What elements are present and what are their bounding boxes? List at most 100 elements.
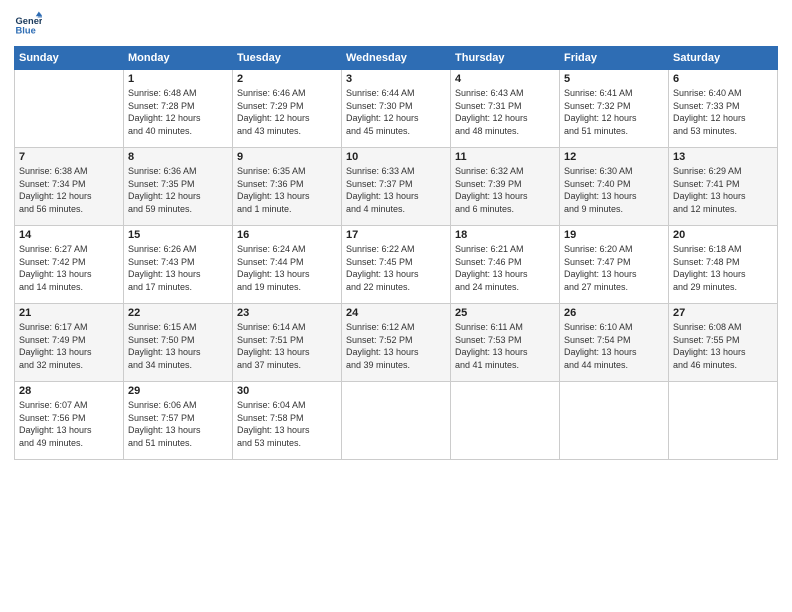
day-number: 13	[673, 151, 773, 163]
calendar-cell: 1Sunrise: 6:48 AM Sunset: 7:28 PM Daylig…	[124, 70, 233, 148]
cell-info: Sunrise: 6:26 AM Sunset: 7:43 PM Dayligh…	[128, 243, 228, 293]
day-number: 7	[19, 151, 119, 163]
calendar-cell: 27Sunrise: 6:08 AM Sunset: 7:55 PM Dayli…	[669, 304, 778, 382]
day-number: 10	[346, 151, 446, 163]
calendar-cell: 8Sunrise: 6:36 AM Sunset: 7:35 PM Daylig…	[124, 148, 233, 226]
cell-info: Sunrise: 6:40 AM Sunset: 7:33 PM Dayligh…	[673, 87, 773, 137]
cell-info: Sunrise: 6:29 AM Sunset: 7:41 PM Dayligh…	[673, 165, 773, 215]
cell-info: Sunrise: 6:36 AM Sunset: 7:35 PM Dayligh…	[128, 165, 228, 215]
cell-content: 18Sunrise: 6:21 AM Sunset: 7:46 PM Dayli…	[455, 229, 555, 293]
col-header-monday: Monday	[124, 47, 233, 70]
cell-content: 13 Sunrise: 6:29 AM Sunset: 7:41 PM Dayli…	[673, 151, 773, 215]
cell-info: Sunrise: 6:04 AM Sunset: 7:58 PM Dayligh…	[237, 399, 337, 449]
cell-content: 27Sunrise: 6:08 AM Sunset: 7:55 PM Dayli…	[673, 307, 773, 371]
day-number: 22	[128, 307, 228, 319]
cell-info: Sunrise: 6:15 AM Sunset: 7:50 PM Dayligh…	[128, 321, 228, 371]
day-number: 26	[564, 307, 664, 319]
cell-content: 15 Sunrise: 6:26 AM Sunset: 7:43 PM Dayli…	[128, 229, 228, 293]
calendar-cell: 10Sunrise: 6:33 AM Sunset: 7:37 PM Dayli…	[342, 148, 451, 226]
day-number: 3	[346, 73, 446, 85]
cell-content: 14 Sunrise: 6:27 AM Sunset: 7:42 PM Dayli…	[19, 229, 119, 293]
cell-content: 8Sunrise: 6:36 AM Sunset: 7:35 PM Daylig…	[128, 151, 228, 215]
day-number: 5	[564, 73, 664, 85]
calendar-cell: 28Sunrise: 6:07 AM Sunset: 7:56 PM Dayli…	[15, 382, 124, 460]
day-number: 1	[128, 73, 228, 85]
cell-content: 17Sunrise: 6:22 AM Sunset: 7:45 PM Dayli…	[346, 229, 446, 293]
page-header: General Blue	[14, 10, 778, 38]
calendar-cell: 17Sunrise: 6:22 AM Sunset: 7:45 PM Dayli…	[342, 226, 451, 304]
day-number: 9	[237, 151, 337, 163]
cell-content: 19 Sunrise: 6:20 AM Sunset: 7:47 PM Dayli…	[564, 229, 664, 293]
calendar-cell	[342, 382, 451, 460]
calendar-cell: 4Sunrise: 6:43 AM Sunset: 7:31 PM Daylig…	[451, 70, 560, 148]
calendar-cell: 26Sunrise: 6:10 AM Sunset: 7:54 PM Dayli…	[560, 304, 669, 382]
cell-info: Sunrise: 6:46 AM Sunset: 7:29 PM Dayligh…	[237, 87, 337, 137]
cell-info: Sunrise: 6:32 AM Sunset: 7:39 PM Dayligh…	[455, 165, 555, 215]
cell-content: 30 Sunrise: 6:04 AM Sunset: 7:58 PM Dayli…	[237, 385, 337, 449]
day-number: 17	[346, 229, 446, 241]
calendar-cell: 9 Sunrise: 6:35 AM Sunset: 7:36 PM Daylig…	[233, 148, 342, 226]
col-header-tuesday: Tuesday	[233, 47, 342, 70]
col-header-sunday: Sunday	[15, 47, 124, 70]
calendar-cell	[669, 382, 778, 460]
calendar-header-row: SundayMondayTuesdayWednesdayThursdayFrid…	[15, 47, 778, 70]
day-number: 12	[564, 151, 664, 163]
cell-info: Sunrise: 6:35 AM Sunset: 7:36 PM Dayligh…	[237, 165, 337, 215]
week-row-3: 14 Sunrise: 6:27 AM Sunset: 7:42 PM Dayli…	[15, 226, 778, 304]
day-number: 4	[455, 73, 555, 85]
day-number: 28	[19, 385, 119, 397]
cell-info: Sunrise: 6:27 AM Sunset: 7:42 PM Dayligh…	[19, 243, 119, 293]
week-row-5: 28Sunrise: 6:07 AM Sunset: 7:56 PM Dayli…	[15, 382, 778, 460]
day-number: 24	[346, 307, 446, 319]
calendar-cell: 7 Sunrise: 6:38 AM Sunset: 7:34 PM Daylig…	[15, 148, 124, 226]
calendar-cell: 21 Sunrise: 6:17 AM Sunset: 7:49 PM Dayli…	[15, 304, 124, 382]
cell-content: 21 Sunrise: 6:17 AM Sunset: 7:49 PM Dayli…	[19, 307, 119, 371]
day-number: 19	[564, 229, 664, 241]
day-number: 2	[237, 73, 337, 85]
cell-info: Sunrise: 6:14 AM Sunset: 7:51 PM Dayligh…	[237, 321, 337, 371]
cell-content: 24Sunrise: 6:12 AM Sunset: 7:52 PM Dayli…	[346, 307, 446, 371]
cell-content: 4Sunrise: 6:43 AM Sunset: 7:31 PM Daylig…	[455, 73, 555, 137]
calendar-cell: 3Sunrise: 6:44 AM Sunset: 7:30 PM Daylig…	[342, 70, 451, 148]
day-number: 30	[237, 385, 337, 397]
cell-info: Sunrise: 6:38 AM Sunset: 7:34 PM Dayligh…	[19, 165, 119, 215]
cell-content: 3Sunrise: 6:44 AM Sunset: 7:30 PM Daylig…	[346, 73, 446, 137]
cell-info: Sunrise: 6:21 AM Sunset: 7:46 PM Dayligh…	[455, 243, 555, 293]
cell-info: Sunrise: 6:17 AM Sunset: 7:49 PM Dayligh…	[19, 321, 119, 371]
week-row-1: 1Sunrise: 6:48 AM Sunset: 7:28 PM Daylig…	[15, 70, 778, 148]
calendar-table: SundayMondayTuesdayWednesdayThursdayFrid…	[14, 46, 778, 460]
cell-content: 16 Sunrise: 6:24 AM Sunset: 7:44 PM Dayli…	[237, 229, 337, 293]
week-row-4: 21 Sunrise: 6:17 AM Sunset: 7:49 PM Dayli…	[15, 304, 778, 382]
day-number: 29	[128, 385, 228, 397]
calendar-cell: 15 Sunrise: 6:26 AM Sunset: 7:43 PM Dayli…	[124, 226, 233, 304]
calendar-cell	[451, 382, 560, 460]
cell-content: 25Sunrise: 6:11 AM Sunset: 7:53 PM Dayli…	[455, 307, 555, 371]
cell-content: 12Sunrise: 6:30 AM Sunset: 7:40 PM Dayli…	[564, 151, 664, 215]
day-number: 16	[237, 229, 337, 241]
cell-info: Sunrise: 6:06 AM Sunset: 7:57 PM Dayligh…	[128, 399, 228, 449]
cell-info: Sunrise: 6:11 AM Sunset: 7:53 PM Dayligh…	[455, 321, 555, 371]
calendar-cell: 13 Sunrise: 6:29 AM Sunset: 7:41 PM Dayli…	[669, 148, 778, 226]
cell-info: Sunrise: 6:24 AM Sunset: 7:44 PM Dayligh…	[237, 243, 337, 293]
calendar-cell: 6 Sunrise: 6:40 AM Sunset: 7:33 PM Daylig…	[669, 70, 778, 148]
calendar-cell: 23Sunrise: 6:14 AM Sunset: 7:51 PM Dayli…	[233, 304, 342, 382]
cell-content: 2 Sunrise: 6:46 AM Sunset: 7:29 PM Daylig…	[237, 73, 337, 137]
week-row-2: 7 Sunrise: 6:38 AM Sunset: 7:34 PM Daylig…	[15, 148, 778, 226]
calendar-cell: 29 Sunrise: 6:06 AM Sunset: 7:57 PM Dayli…	[124, 382, 233, 460]
calendar-cell: 18Sunrise: 6:21 AM Sunset: 7:46 PM Dayli…	[451, 226, 560, 304]
cell-content: 26Sunrise: 6:10 AM Sunset: 7:54 PM Dayli…	[564, 307, 664, 371]
day-number: 21	[19, 307, 119, 319]
cell-content: 28Sunrise: 6:07 AM Sunset: 7:56 PM Dayli…	[19, 385, 119, 449]
calendar-cell: 25Sunrise: 6:11 AM Sunset: 7:53 PM Dayli…	[451, 304, 560, 382]
cell-content: 9 Sunrise: 6:35 AM Sunset: 7:36 PM Daylig…	[237, 151, 337, 215]
svg-text:Blue: Blue	[16, 25, 36, 35]
cell-content: 7 Sunrise: 6:38 AM Sunset: 7:34 PM Daylig…	[19, 151, 119, 215]
cell-content: 20Sunrise: 6:18 AM Sunset: 7:48 PM Dayli…	[673, 229, 773, 293]
day-number: 6	[673, 73, 773, 85]
calendar-cell: 12Sunrise: 6:30 AM Sunset: 7:40 PM Dayli…	[560, 148, 669, 226]
day-number: 15	[128, 229, 228, 241]
calendar-cell	[560, 382, 669, 460]
cell-info: Sunrise: 6:20 AM Sunset: 7:47 PM Dayligh…	[564, 243, 664, 293]
day-number: 14	[19, 229, 119, 241]
calendar-cell: 16 Sunrise: 6:24 AM Sunset: 7:44 PM Dayli…	[233, 226, 342, 304]
